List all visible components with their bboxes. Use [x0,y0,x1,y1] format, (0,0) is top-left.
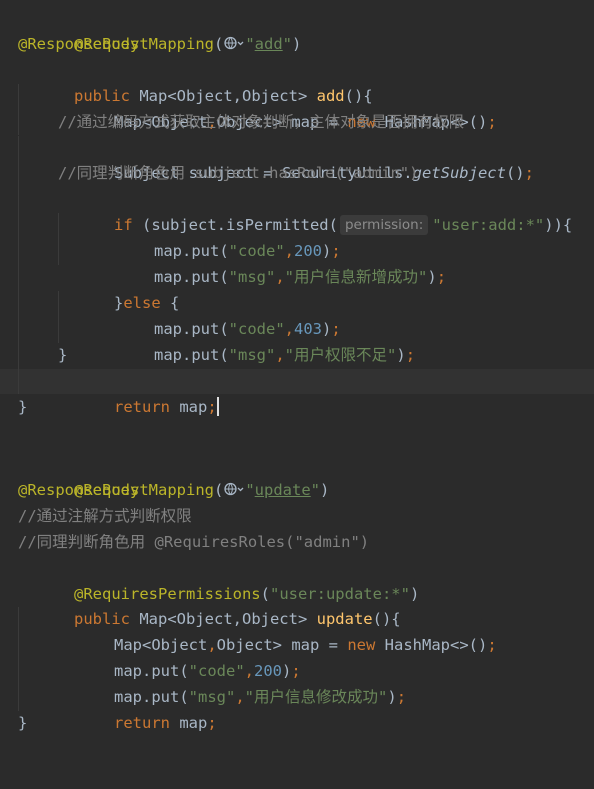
code-line: public Map<Object,Object> add(){ [74,86,373,105]
code-line: @RequestMapping("update") [74,480,330,499]
code-line: @ResponseBody [0,478,594,504]
code-line: } [18,714,28,732]
code-line: map.put("code",200); [0,633,594,680]
code-line: map.put("msg","用户信息修改成功"); [0,659,594,706]
code-line: @RequiresPermissions("user:update:*") [74,584,420,603]
code-line: Subject subject = SecurityUtils.getSubje… [0,135,594,182]
code-line: map.put("code",403); [0,290,594,338]
code-editor[interactable]: @RequestMapping("add") @ResponseBody pub… [0,0,594,746]
code-line: map.put("msg","用户权限不足"); [0,316,594,364]
code-line: } [0,342,594,369]
code-line: //同理判断角色用 subject.hasRole("admin") [0,161,594,188]
code-line: //通过注解方式判断权限 [0,504,594,530]
code-line: @ResponseBody [0,32,594,58]
code-line: map.put("code",200); [0,213,594,260]
code-line: //通过编码方式获取主体对象判断，主体对象是否拥有权限 [0,109,594,136]
code-line: //同理判断角色用 @RequiresRoles("admin") [0,530,594,556]
code-comment: //同理判断角色用 subject.hasRole("admin") [58,164,419,183]
code-line: Map<Object,Object> map = new HashMap<>()… [0,83,594,131]
current-code-line[interactable]: return map; [0,368,594,416]
code-line: } [18,397,28,416]
code-line: @RequestMapping("add") [74,34,302,53]
annotation-response-body: @ResponseBody [18,480,140,499]
code-comment: //通过注解方式判断权限 [18,506,192,525]
annotation-response-body: @ResponseBody [18,34,140,53]
code-comment: //同理判断角色用 @RequiresRoles("admin") [18,532,370,551]
code-line: if (subject.isPermitted(permission: "user… [0,187,594,236]
code-line: public Map<Object,Object> update(){ [74,610,401,629]
code-line: Map<Object,Object> map = new HashMap<>()… [0,607,594,654]
code-comment: //通过编码方式获取主体对象判断，主体对象是否拥有权限 [58,112,465,131]
code-line: }else { [0,265,594,312]
code-line: map.put("msg","用户信息新增成功"); [0,239,594,286]
code-line: return map; [0,685,594,732]
